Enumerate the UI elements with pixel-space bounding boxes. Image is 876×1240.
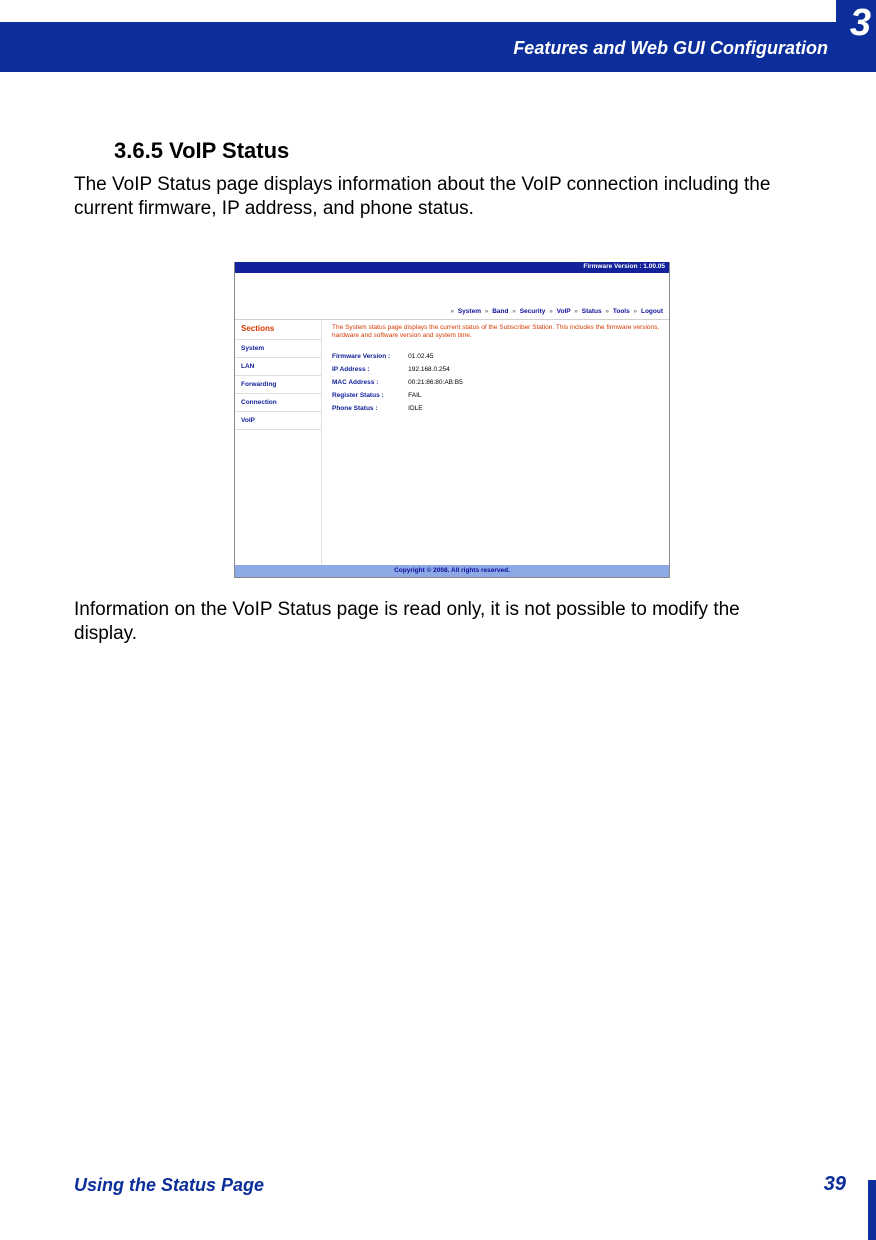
nav-system[interactable]: System — [458, 308, 481, 315]
nav-tools[interactable]: Tools — [613, 308, 630, 315]
row-label: MAC Address : — [332, 376, 408, 389]
sidebar-item-connection[interactable]: Connection — [235, 394, 321, 412]
nav-status[interactable]: Status — [582, 308, 602, 315]
sidebar-item-voip[interactable]: VoIP — [235, 412, 321, 430]
row-value: 192.168.0.254 — [408, 363, 463, 376]
sidebar-item-lan[interactable]: LAN — [235, 358, 321, 376]
gui-screenshot: Firmware Version : 1.00.05 » System » Ba… — [234, 262, 670, 578]
row-value: FAIL — [408, 389, 463, 402]
intro-paragraph: The VoIP Status page displays informatio… — [74, 173, 804, 221]
row-label: Register Status : — [332, 389, 408, 402]
page-number: 39 — [824, 1173, 846, 1196]
table-row: MAC Address :00:21:86:80:AB:B5 — [332, 376, 463, 389]
nav-logout[interactable]: Logout — [641, 308, 663, 315]
gui-copyright: Copyright © 2008. All rights reserved. — [235, 565, 669, 577]
gui-nav: » System » Band » Security » VoIP » Stat… — [235, 305, 669, 320]
gui-logo-area — [235, 273, 669, 305]
nav-voip[interactable]: VoIP — [557, 308, 571, 315]
gui-main: The System status page displays the curr… — [322, 320, 669, 568]
gui-firmware-bar: Firmware Version : 1.00.05 — [235, 262, 669, 273]
closing-paragraph: Information on the VoIP Status page is r… — [74, 598, 804, 646]
table-row: Phone Status :IDLE — [332, 402, 463, 415]
section-heading: 3.6.5 VoIP Status — [114, 138, 289, 164]
chapter-title: Features and Web GUI Configuration — [513, 38, 828, 59]
sidebar-item-forwarding[interactable]: Forwarding — [235, 376, 321, 394]
table-row: IP Address :192.168.0.254 — [332, 363, 463, 376]
row-label: IP Address : — [332, 363, 408, 376]
table-row: Firmware Version :01.02.45 — [332, 350, 463, 363]
row-label: Firmware Version : — [332, 350, 408, 363]
row-value: IDLE — [408, 402, 463, 415]
table-row: Register Status :FAIL — [332, 389, 463, 402]
gui-sidebar: Sections System LAN Forwarding Connectio… — [235, 320, 322, 568]
row-value: 01.02.45 — [408, 350, 463, 363]
row-value: 00:21:86:80:AB:B5 — [408, 376, 463, 389]
gui-intro-text: The System status page displays the curr… — [332, 324, 661, 346]
sidebar-title: Sections — [235, 320, 321, 340]
nav-band[interactable]: Band — [492, 308, 508, 315]
status-table: Firmware Version :01.02.45 IP Address :1… — [332, 350, 463, 415]
chapter-number: 3 — [850, 2, 870, 45]
footer-text: Using the Status Page — [74, 1175, 264, 1196]
nav-security[interactable]: Security — [520, 308, 546, 315]
sidebar-item-system[interactable]: System — [235, 340, 321, 358]
footer-notch — [868, 1180, 876, 1240]
row-label: Phone Status : — [332, 402, 408, 415]
